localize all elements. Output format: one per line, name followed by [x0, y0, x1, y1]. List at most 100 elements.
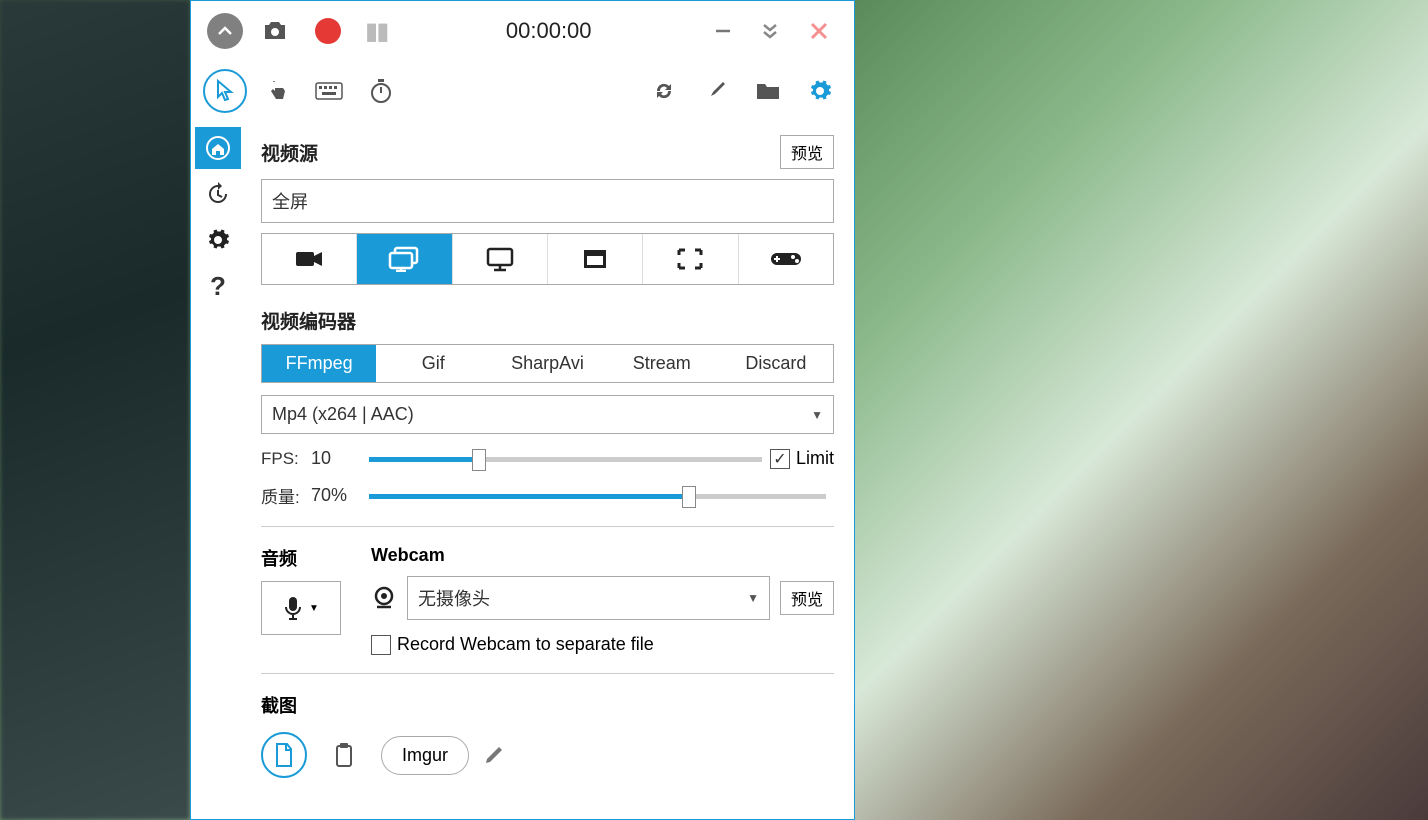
desktop-background-left: [0, 0, 190, 820]
webcam-separate-label: Record Webcam to separate file: [397, 634, 654, 655]
encoder-title: 视频编码器: [261, 307, 356, 334]
history-icon: [206, 182, 230, 206]
folder-button[interactable]: [746, 69, 790, 113]
webcam-preview-button[interactable]: 预览: [780, 581, 834, 615]
chevron-down-icon: ▼: [309, 603, 319, 614]
stopwatch-icon: [369, 78, 393, 104]
video-source-tabs: [261, 233, 834, 285]
source-tab-monitor[interactable]: [453, 234, 548, 284]
folder-icon: [755, 80, 781, 102]
close-button[interactable]: [808, 20, 830, 42]
recording-timer: 00:00:00: [397, 18, 700, 44]
audio-dropdown[interactable]: ▼: [261, 581, 341, 635]
topbar: ▮▮ 00:00:00: [191, 1, 854, 61]
codec-value: Mp4 (x264 | AAC): [272, 404, 414, 425]
source-tab-window[interactable]: [548, 234, 643, 284]
quality-value: 70%: [311, 485, 361, 506]
chevron-down-icon: ▼: [747, 591, 759, 605]
source-tab-game[interactable]: [739, 234, 833, 284]
brush-icon: [705, 80, 727, 102]
fps-label: FPS:: [261, 449, 311, 469]
clipboard-icon: [333, 742, 355, 768]
encoder-tab-discard[interactable]: Discard: [719, 345, 833, 382]
collapse-button[interactable]: [207, 13, 243, 49]
record-button[interactable]: [315, 18, 341, 44]
screenshot-button[interactable]: [253, 9, 297, 53]
sidebar-home[interactable]: [195, 127, 241, 169]
region-icon: [676, 247, 704, 271]
encoder-tab-ffmpeg[interactable]: FFmpeg: [262, 345, 376, 382]
divider: [261, 673, 834, 674]
encoder-tabs: FFmpeg Gif SharpAvi Stream Discard: [261, 344, 834, 383]
webcam-title: Webcam: [371, 545, 834, 566]
sidebar-settings[interactable]: [195, 219, 241, 261]
fps-limit-checkbox[interactable]: ✓: [770, 449, 790, 469]
double-chevron-down-icon: [760, 21, 780, 41]
file-icon: [273, 742, 295, 768]
quality-label: 质量:: [261, 483, 311, 508]
chevron-down-icon: ▼: [811, 408, 823, 422]
fps-slider[interactable]: [369, 449, 762, 469]
webcam-value: 无摄像头: [418, 585, 490, 611]
pencil-icon: [483, 744, 505, 766]
window-icon: [582, 248, 608, 270]
settings-button[interactable]: [798, 69, 842, 113]
timer-tool[interactable]: [359, 69, 403, 113]
source-tab-screens[interactable]: [357, 234, 452, 284]
keyboard-icon: [315, 82, 343, 100]
microphone-icon: [283, 595, 303, 621]
cursor-tool[interactable]: [203, 69, 247, 113]
quality-slider[interactable]: [369, 486, 826, 506]
gear-icon: [206, 228, 230, 252]
expand-button[interactable]: [760, 21, 780, 41]
chevron-up-icon: [217, 23, 233, 39]
sidebar: ?: [191, 121, 245, 819]
webcam-separate-checkbox[interactable]: [371, 635, 391, 655]
minimize-button[interactable]: [714, 22, 732, 40]
screenshot-clipboard-button[interactable]: [321, 732, 367, 778]
codec-select[interactable]: Mp4 (x264 | AAC) ▼: [261, 395, 834, 434]
desktop-background-right: [855, 0, 1428, 820]
video-camera-icon: [294, 249, 324, 269]
click-tool[interactable]: [255, 69, 299, 113]
screenshot-disk-button[interactable]: [261, 732, 307, 778]
gear-icon: [808, 79, 832, 103]
monitor-icon: [485, 246, 515, 272]
screens-icon: [387, 246, 421, 272]
minimize-icon: [714, 22, 732, 40]
webcam-select[interactable]: 无摄像头 ▼: [407, 576, 770, 620]
encoder-tab-stream[interactable]: Stream: [605, 345, 719, 382]
secondary-toolbar: [191, 61, 854, 121]
source-tab-region[interactable]: [643, 234, 738, 284]
hand-pointer-icon: [266, 79, 288, 103]
video-source-value: 全屏: [272, 188, 308, 214]
encoder-tab-sharpavi[interactable]: SharpAvi: [490, 345, 604, 382]
screenshot-edit-button[interactable]: [483, 744, 505, 766]
pause-button[interactable]: ▮▮: [365, 17, 387, 46]
video-source-preview-button[interactable]: 预览: [780, 135, 834, 169]
encoder-tab-gif[interactable]: Gif: [376, 345, 490, 382]
gamepad-icon: [769, 249, 803, 269]
screenshot-imgur-button[interactable]: Imgur: [381, 736, 469, 775]
sidebar-help[interactable]: ?: [195, 265, 241, 307]
sidebar-recent[interactable]: [195, 173, 241, 215]
webcam-icon: [371, 585, 397, 611]
fps-value: 10: [311, 448, 361, 469]
audio-title: 音频: [261, 545, 351, 571]
keystroke-tool[interactable]: [307, 69, 351, 113]
home-icon: [206, 136, 230, 160]
video-source-select[interactable]: 全屏: [261, 179, 834, 223]
captura-app-window: ▮▮ 00:00:00: [190, 0, 855, 820]
source-tab-camera[interactable]: [262, 234, 357, 284]
main-content: 视频源 预览 全屏: [245, 121, 854, 819]
video-source-title: 视频源: [261, 139, 318, 166]
cursor-icon: [215, 79, 235, 103]
brush-button[interactable]: [694, 69, 738, 113]
fps-limit-label: Limit: [796, 448, 834, 469]
camera-icon: [262, 20, 288, 42]
refresh-button[interactable]: [642, 69, 686, 113]
screenshot-title: 截图: [261, 692, 834, 718]
refresh-icon: [653, 80, 675, 102]
close-icon: [808, 20, 830, 42]
question-icon: ?: [210, 271, 226, 302]
